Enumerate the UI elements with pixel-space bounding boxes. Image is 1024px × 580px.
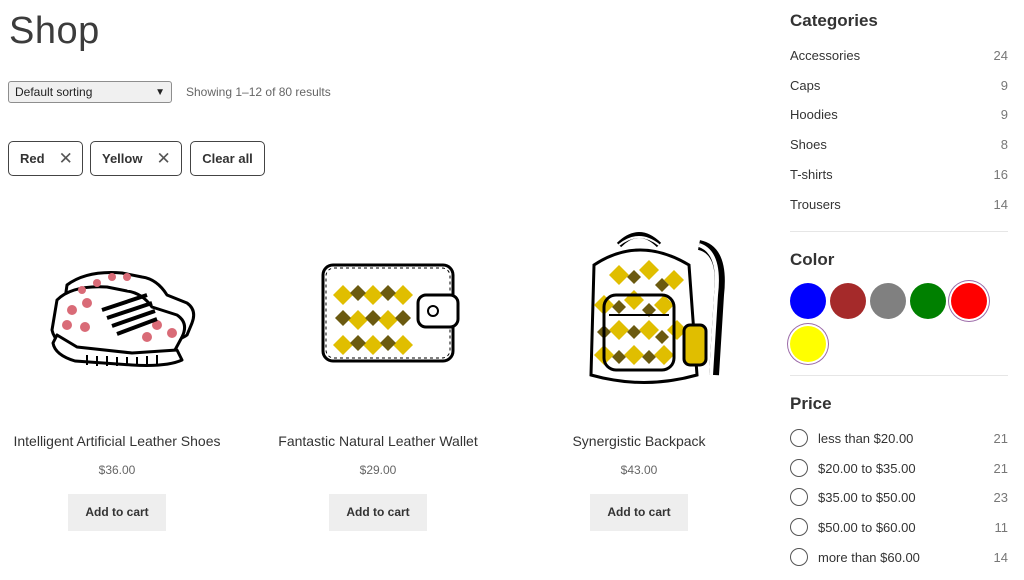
color-swatch-green[interactable] bbox=[910, 283, 946, 319]
category-count: 14 bbox=[993, 197, 1008, 212]
price-filter-item[interactable]: $35.00 to $50.00 23 bbox=[790, 488, 1008, 506]
wallet-image[interactable] bbox=[288, 215, 468, 395]
add-to-cart-button[interactable]: Add to cart bbox=[329, 494, 427, 531]
price-label[interactable]: $20.00 to $35.00 bbox=[818, 461, 994, 476]
category-label[interactable]: Caps bbox=[790, 78, 820, 93]
price-filter-item[interactable]: less than $20.00 21 bbox=[790, 429, 1008, 447]
shoes-image[interactable] bbox=[27, 215, 207, 395]
price-heading: Price bbox=[790, 394, 832, 413]
close-icon[interactable]: ✕ bbox=[59, 150, 73, 167]
category-label[interactable]: Shoes bbox=[790, 137, 827, 152]
category-item[interactable]: Trousers 14 bbox=[790, 197, 1008, 212]
price-filter-item[interactable]: $20.00 to $35.00 21 bbox=[790, 459, 1008, 477]
divider bbox=[790, 375, 1008, 376]
price-label[interactable]: $50.00 to $60.00 bbox=[818, 520, 995, 535]
divider bbox=[790, 231, 1008, 232]
chevron-down-icon: ▼ bbox=[155, 86, 165, 98]
category-count: 8 bbox=[1000, 137, 1008, 152]
color-swatch-red[interactable] bbox=[951, 283, 987, 319]
price-count: 23 bbox=[993, 489, 1008, 505]
color-swatch-gray[interactable] bbox=[870, 283, 906, 319]
category-item[interactable]: Accessories 24 bbox=[790, 48, 1008, 63]
filter-chip-yellow[interactable]: Yellow ✕ bbox=[90, 141, 182, 176]
page-title: Shop bbox=[9, 10, 100, 52]
product-card: Intelligent Artificial Leather Shoes $36… bbox=[0, 215, 237, 531]
price-label[interactable]: more than $60.00 bbox=[818, 550, 994, 565]
product-card: Synergistic Backpack $43.00 Add to cart bbox=[519, 215, 759, 531]
close-icon[interactable]: ✕ bbox=[156, 150, 170, 167]
product-price: $29.00 bbox=[359, 463, 397, 477]
filter-chip-label: Yellow bbox=[102, 151, 143, 166]
filter-chip-label: Red bbox=[20, 151, 45, 166]
price-filter-item[interactable]: $50.00 to $60.00 11 bbox=[790, 518, 1008, 536]
radio-button[interactable] bbox=[790, 548, 808, 566]
sort-select-value: Default sorting bbox=[15, 85, 93, 99]
add-to-cart-button[interactable]: Add to cart bbox=[590, 494, 688, 531]
sort-select[interactable]: Default sorting ▼ bbox=[8, 81, 172, 103]
product-name[interactable]: Fantastic Natural Leather Wallet bbox=[258, 433, 498, 449]
category-count: 9 bbox=[1000, 107, 1008, 122]
price-count: 11 bbox=[994, 519, 1009, 535]
radio-button[interactable] bbox=[790, 488, 808, 506]
category-item[interactable]: Shoes 8 bbox=[790, 137, 1008, 152]
price-count: 21 bbox=[993, 430, 1008, 446]
product-price: $43.00 bbox=[620, 463, 658, 477]
category-item[interactable]: Hoodies 9 bbox=[790, 107, 1008, 122]
color-heading: Color bbox=[790, 250, 835, 269]
price-label[interactable]: less than $20.00 bbox=[818, 431, 994, 446]
color-swatch-brown[interactable] bbox=[830, 283, 866, 319]
radio-button[interactable] bbox=[790, 429, 808, 447]
product-card: Fantastic Natural Leather Wallet $29.00 … bbox=[258, 215, 498, 531]
category-count: 9 bbox=[1000, 78, 1008, 93]
clear-all-button[interactable]: Clear all bbox=[190, 141, 265, 176]
radio-button[interactable] bbox=[790, 459, 808, 477]
product-name[interactable]: Intelligent Artificial Leather Shoes bbox=[0, 433, 237, 449]
category-label[interactable]: T-shirts bbox=[790, 167, 833, 182]
category-count: 16 bbox=[993, 167, 1008, 182]
color-swatch-yellow[interactable] bbox=[790, 326, 826, 362]
filter-chip-red[interactable]: Red ✕ bbox=[8, 141, 83, 176]
color-swatch-blue[interactable] bbox=[790, 283, 826, 319]
categories-heading: Categories bbox=[790, 11, 878, 30]
category-item[interactable]: T-shirts 16 bbox=[790, 167, 1008, 182]
price-count: 21 bbox=[993, 460, 1008, 476]
price-filter-item[interactable]: more than $60.00 14 bbox=[790, 548, 1008, 566]
category-label[interactable]: Trousers bbox=[790, 197, 841, 212]
price-count: 14 bbox=[993, 549, 1008, 565]
radio-button[interactable] bbox=[790, 518, 808, 536]
result-count: Showing 1–12 of 80 results bbox=[186, 85, 331, 99]
product-name[interactable]: Synergistic Backpack bbox=[519, 433, 759, 449]
backpack-image[interactable] bbox=[549, 215, 729, 395]
category-label[interactable]: Hoodies bbox=[790, 107, 838, 122]
product-price: $36.00 bbox=[98, 463, 136, 477]
category-item[interactable]: Caps 9 bbox=[790, 78, 1008, 93]
add-to-cart-button[interactable]: Add to cart bbox=[68, 494, 166, 531]
price-label[interactable]: $35.00 to $50.00 bbox=[818, 490, 994, 505]
category-count: 24 bbox=[993, 48, 1008, 63]
category-label[interactable]: Accessories bbox=[790, 48, 860, 63]
